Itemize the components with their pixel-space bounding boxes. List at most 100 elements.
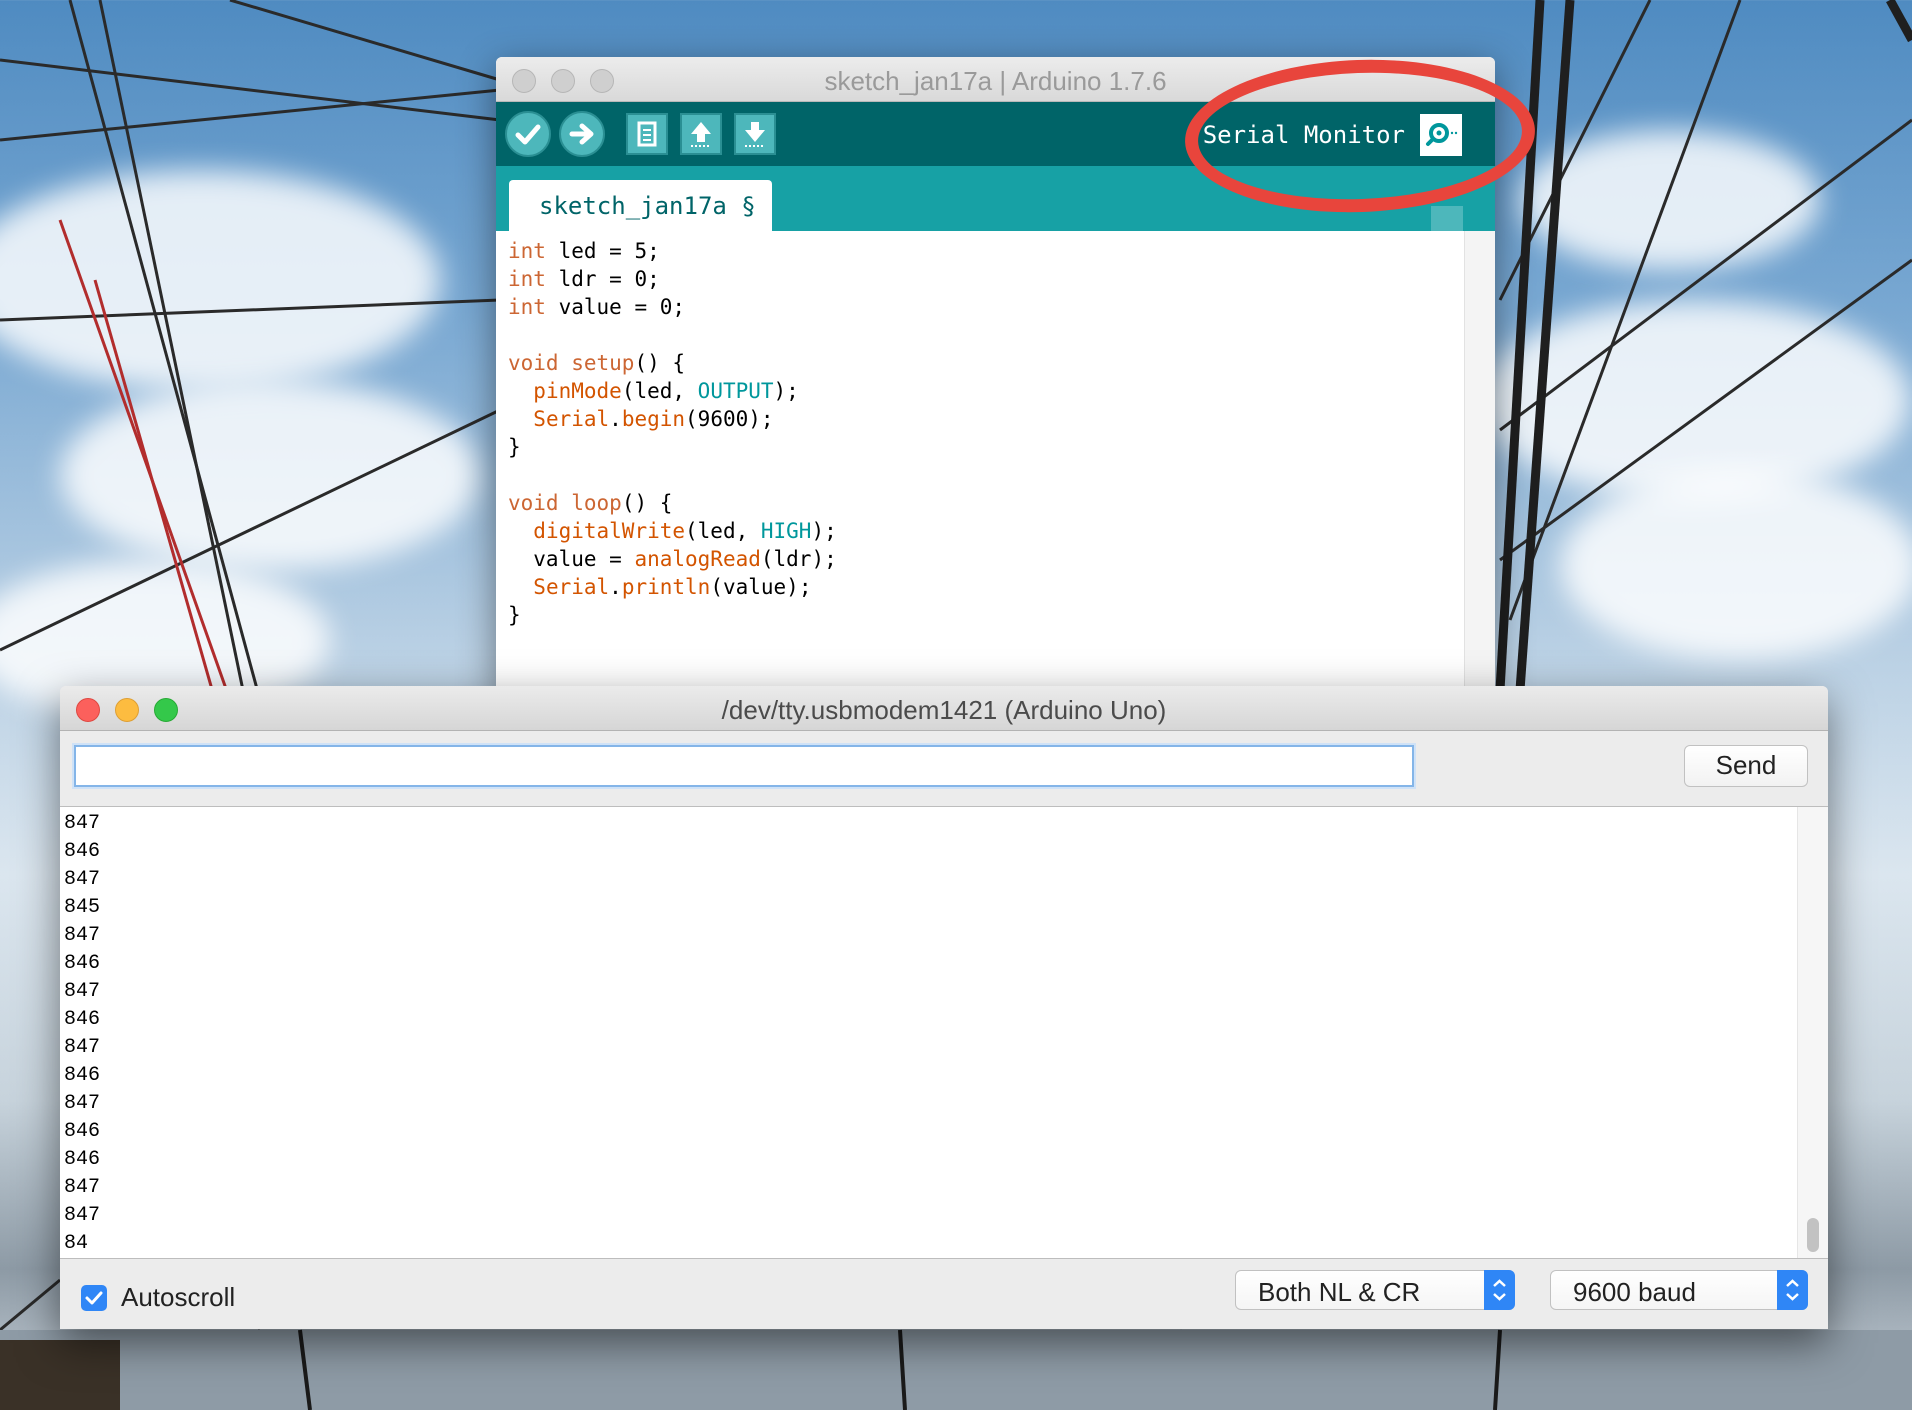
code-token: (led,	[621, 379, 698, 403]
code-token: (value);	[710, 575, 812, 599]
code-text[interactable]: int led = 5; int ldr = 0; int value = 0; vo…	[496, 231, 1465, 629]
code-token: (ldr);	[760, 547, 837, 571]
code-token: (led,	[685, 519, 761, 543]
code-token: pinMode	[533, 379, 622, 403]
arrow-right-icon	[569, 123, 594, 145]
serial-output-line: 847	[64, 924, 101, 947]
code-token: (9600);	[685, 407, 774, 431]
serial-output-line: 84	[64, 1232, 89, 1255]
serial-output-line: 845	[64, 896, 101, 919]
serial-output-line: 847	[64, 812, 101, 835]
code-token: () {	[634, 351, 686, 375]
checkmark-icon	[85, 1291, 103, 1304]
code-token: ldr = 0;	[545, 267, 660, 291]
serial-output-line: 846	[64, 952, 101, 975]
serial-output-line: 847	[64, 1092, 101, 1115]
code-token: void	[508, 491, 559, 515]
serial-output-line: 847	[64, 1204, 101, 1227]
code-token: HIGH	[760, 519, 812, 543]
serial-output-line: 847	[64, 1176, 101, 1199]
serial-monitor-title: /dev/tty.usbmodem1421 (Arduino Uno)	[721, 695, 1167, 725]
send-button[interactable]: Send	[1684, 745, 1808, 787]
document-icon	[637, 121, 657, 147]
arrow-up-icon	[691, 122, 711, 147]
code-line: digitalWrite(led, HIGH);	[508, 517, 1465, 545]
code-token: .	[609, 407, 622, 431]
code-token: void	[508, 351, 559, 375]
serial-monitor-title-bar[interactable]: /dev/tty.usbmodem1421 (Arduino Uno)	[60, 686, 1828, 731]
code-token: Serial	[533, 407, 610, 431]
code-token: int	[508, 267, 546, 291]
chevron-updown-icon	[1777, 1270, 1808, 1310]
line-ending-select[interactable]: Both NL & CR	[1235, 1270, 1515, 1310]
line-ending-value: Both NL & CR	[1258, 1277, 1421, 1307]
code-line: int led = 5;	[508, 237, 1465, 265]
code-line: }	[508, 601, 1465, 629]
code-line: Serial.begin(9600);	[508, 405, 1465, 433]
serial-output-line: 846	[64, 1008, 101, 1031]
editor-scrollbar[interactable]	[1464, 231, 1495, 697]
chevron-updown-icon	[1484, 1270, 1515, 1310]
code-line: Serial.println(value);	[508, 573, 1465, 601]
arrow-down-icon	[745, 122, 765, 147]
code-token: () {	[621, 491, 673, 515]
autoscroll-option[interactable]: Autoscroll	[81, 1282, 235, 1313]
code-token: value = 0;	[545, 295, 686, 319]
serial-output-line: 847	[64, 980, 101, 1003]
serial-output-line: 846	[64, 840, 101, 863]
tab-menu-button[interactable]	[1431, 206, 1463, 232]
serial-monitor-footer: Autoscroll Both NL & CR 9600 baud	[60, 1258, 1828, 1329]
serial-output[interactable]: 847 846 847 845 847 846 847 846 847 846 847 846 846 8…	[60, 806, 1828, 1259]
open-sketch-button[interactable]	[680, 113, 722, 155]
code-token: value =	[508, 547, 635, 571]
code-token: }	[508, 435, 521, 459]
code-token: int	[508, 295, 546, 319]
autoscroll-label: Autoscroll	[121, 1282, 236, 1312]
send-row: Send	[60, 731, 1828, 807]
code-token: led = 5;	[545, 239, 660, 263]
code-token: int	[508, 239, 546, 263]
code-token: loop	[571, 491, 622, 515]
scrollbar-thumb[interactable]	[1807, 1218, 1819, 1252]
checkmark-icon	[515, 124, 541, 145]
code-line: }	[508, 433, 1465, 461]
baud-rate-select[interactable]: 9600 baud	[1550, 1270, 1808, 1310]
new-sketch-button[interactable]	[626, 113, 668, 155]
code-token: analogRead	[634, 547, 761, 571]
output-scrollbar[interactable]	[1797, 807, 1828, 1258]
serial-output-lines: 847 846 847 845 847 846 847 846 847 846 847 846 846 8…	[64, 810, 100, 1258]
code-token: .	[609, 575, 622, 599]
verify-button[interactable]	[505, 111, 551, 157]
code-line: value = analogRead(ldr);	[508, 545, 1465, 573]
code-editor[interactable]: int led = 5; int ldr = 0; int value = 0; vo…	[496, 231, 1465, 697]
serial-output-line: 846	[64, 1148, 101, 1171]
serial-output-line: 847	[64, 868, 101, 891]
serial-input[interactable]	[74, 745, 1414, 787]
code-line: int value = 0;	[508, 293, 1465, 321]
code-token: Serial	[533, 575, 610, 599]
baud-rate-value: 9600 baud	[1573, 1277, 1696, 1307]
code-token: );	[811, 519, 837, 543]
upload-button[interactable]	[559, 111, 605, 157]
code-line: void loop() {	[508, 489, 1465, 517]
code-token: OUTPUT	[697, 379, 774, 403]
serial-output-line: 847	[64, 1036, 101, 1059]
code-token: digitalWrite	[533, 519, 686, 543]
code-line: void setup() {	[508, 349, 1465, 377]
autoscroll-checkbox[interactable]	[81, 1284, 107, 1311]
serial-monitor-window: /dev/tty.usbmodem1421 (Arduino Uno) Send…	[60, 686, 1828, 1329]
save-sketch-button[interactable]	[734, 113, 776, 155]
tab-sketch[interactable]: sketch_jan17a §	[509, 180, 772, 232]
code-token: );	[773, 379, 799, 403]
code-token: }	[508, 603, 521, 627]
code-token: println	[621, 575, 711, 599]
serial-output-line: 846	[64, 1120, 101, 1143]
code-token: setup	[571, 351, 635, 375]
code-line: pinMode(led, OUTPUT);	[508, 377, 1465, 405]
